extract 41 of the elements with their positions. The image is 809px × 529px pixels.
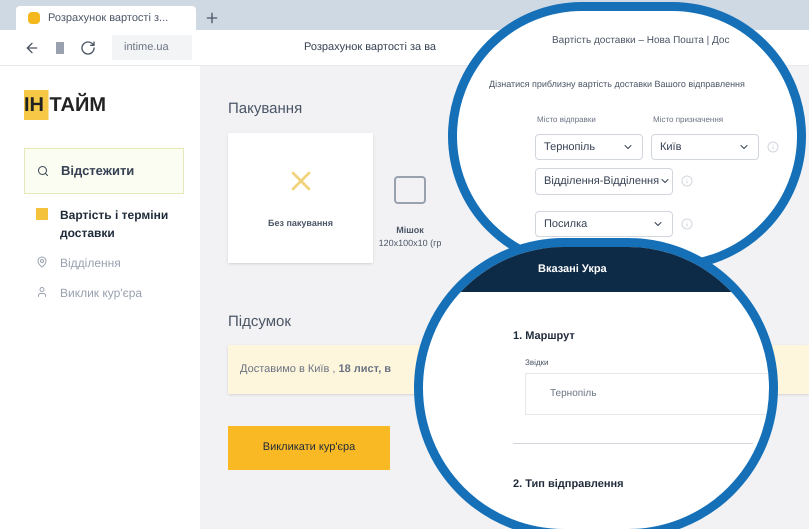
site-favicon [28,12,40,24]
field-label: Місто відправки [537,114,597,126]
bookmark-icon[interactable] [56,42,64,54]
dropdown-field[interactable]: Тернопіль [535,134,643,160]
section-title: Пакування [228,99,302,119]
summary-text: Доставимо в Київ , 18 лист, в [240,363,392,375]
section-title: Підсумок [228,312,291,332]
packaging-option[interactable]: Без пакування [228,132,373,262]
section-heading: 1. Маршрут [513,329,576,344]
search-icon [37,164,49,177]
option-detail: 120х100х10 (гр [378,237,442,250]
back-icon[interactable] [24,40,40,56]
packaging-option[interactable]: Мішок 120х100х10 (гр [381,176,439,262]
info-icon[interactable] [681,218,693,230]
option-label: Мішок [396,224,424,236]
address-bar[interactable]: intime.ua [112,35,192,60]
dropdown-field[interactable]: Київ [651,134,759,160]
new-tab-icon[interactable] [204,10,220,26]
person-icon [36,286,48,298]
dropdown-field[interactable]: Відділення-Відділення [535,168,673,194]
track-button[interactable]: Відстежити [24,148,184,194]
page-subtitle: Дізнатися приблизну вартість доставки Вашого відправлення [489,78,746,91]
browser-tab[interactable]: Розрахунок вартості з... [16,6,196,30]
option-label: Без пакування [268,216,333,230]
browser-tab-title: Вартість доставки – Нова Пошта | Дос [552,34,730,48]
info-icon[interactable] [681,175,693,188]
sidebar-item[interactable]: Вартість і терміни доставки [24,206,184,242]
header-text: Вказані Укра [538,262,607,278]
from-field[interactable]: Тернопіль [525,372,769,414]
call-courier-button[interactable]: Викликати кур'єра [228,426,390,470]
reload-icon[interactable] [80,40,96,56]
page-title: Розрахунок вартості за ва [304,40,436,56]
field-label: Звідки [525,356,550,368]
pin-icon [36,256,48,268]
dropdown-field[interactable]: Посилка [535,210,673,237]
bag-icon [394,176,426,204]
box-icon [36,208,48,220]
info-icon[interactable] [767,140,779,153]
section-heading: 2. Тип відправлення [513,476,625,492]
field-label: Місто призначення [653,114,724,126]
logo[interactable]: ІН ТАЙМ [24,90,106,120]
